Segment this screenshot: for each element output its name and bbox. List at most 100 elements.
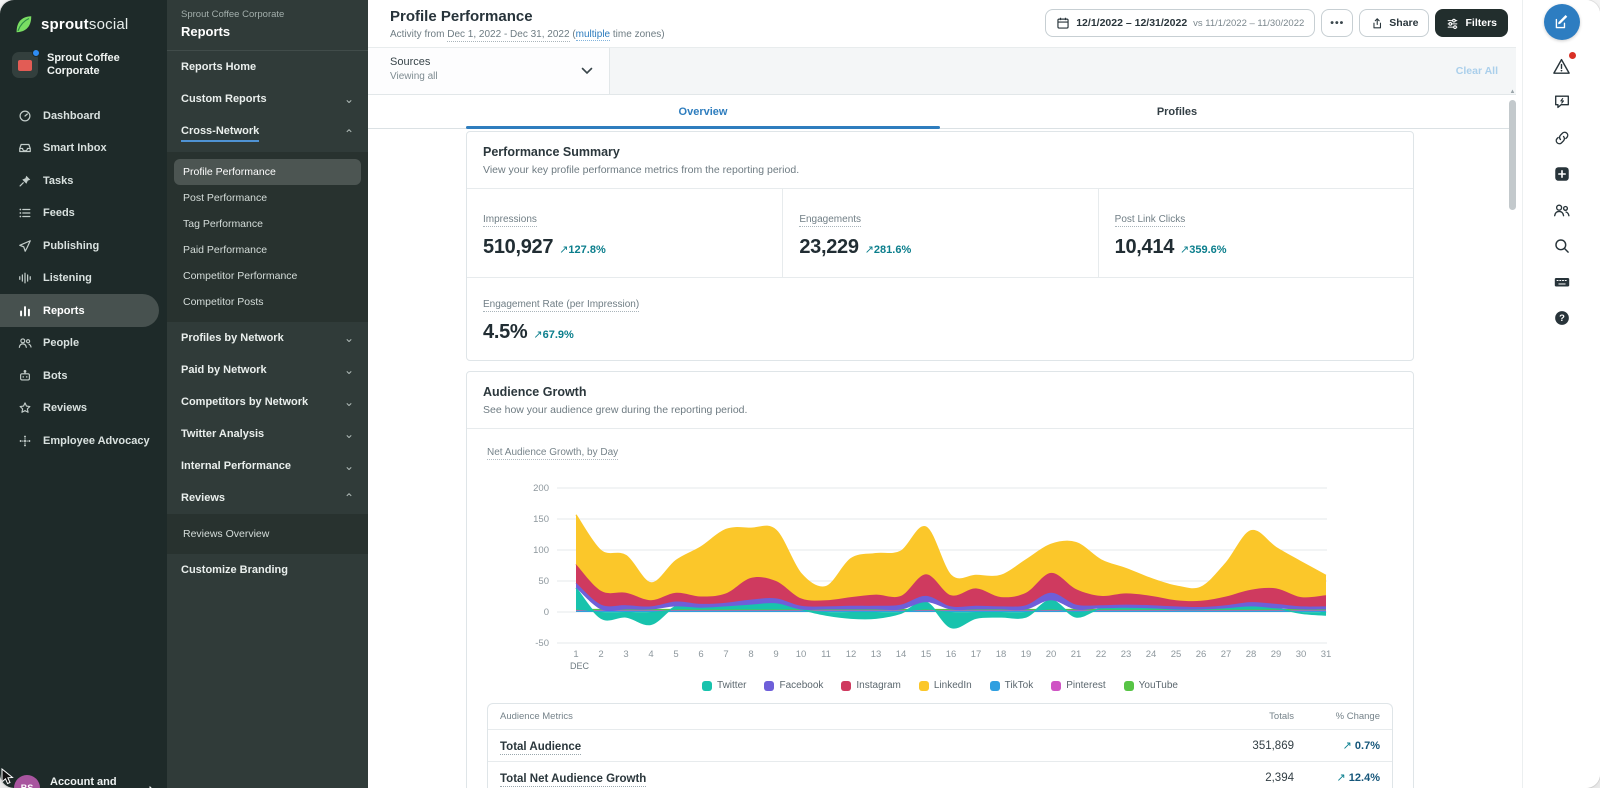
notification-dot — [32, 49, 40, 57]
nav-group-cross-network[interactable]: Cross-Network ⌃ — [167, 115, 368, 152]
primary-sidebar: sproutsocial Sprout Coffee Corporate Das… — [0, 0, 167, 788]
nav-item-dashboard[interactable]: Dashboard — [0, 99, 167, 132]
help-button[interactable]: ? — [1549, 300, 1575, 336]
legend-item-tiktok[interactable]: TikTok — [990, 680, 1034, 691]
share-button[interactable]: Share — [1359, 9, 1429, 37]
shortcuts-button[interactable] — [1549, 264, 1575, 300]
nav-label: Tasks — [43, 175, 73, 187]
nav-item-bots[interactable]: Bots — [0, 359, 167, 392]
link-button[interactable] — [1549, 120, 1575, 156]
search-button[interactable] — [1549, 228, 1575, 264]
nav-group-paid-by-network[interactable]: Paid by Network ⌄ — [167, 354, 368, 386]
legend-label: TikTok — [1005, 680, 1034, 691]
team-button[interactable] — [1549, 192, 1575, 228]
main-content: Profile Performance Activity from Dec 1,… — [368, 0, 1516, 788]
date-range-button[interactable]: 12/1/2022 – 12/31/2022 vs 11/1/2022 – 11… — [1045, 9, 1315, 37]
nav-label: Bots — [43, 370, 67, 382]
nav-group-competitors-by-network[interactable]: Competitors by Network ⌄ — [167, 386, 368, 418]
clear-all-link[interactable]: Clear All — [1456, 65, 1498, 77]
legend-item-twitter[interactable]: Twitter — [702, 680, 746, 691]
account-settings[interactable]: BS Account and settings › — [0, 764, 167, 788]
sources-dropdown[interactable]: Sources Viewing all — [368, 48, 610, 94]
legend-label: Twitter — [717, 680, 746, 691]
svg-text:31: 31 — [1321, 649, 1332, 660]
performance-summary-card: Performance Summary View your key profil… — [466, 131, 1414, 361]
activity-date-range[interactable]: Dec 1, 2022 - Dec 31, 2022 — [447, 29, 569, 42]
tab-overview[interactable]: Overview — [466, 95, 940, 128]
subnav-reviews-overview[interactable]: Reviews Overview — [167, 521, 368, 547]
sprout-logo[interactable]: sproutsocial — [0, 0, 167, 35]
compose-button[interactable] — [1544, 4, 1580, 40]
legend-item-instagram[interactable]: Instagram — [841, 680, 900, 691]
chevron-down-icon: ⌄ — [344, 95, 354, 103]
nav-group-twitter-analysis[interactable]: Twitter Analysis ⌄ — [167, 418, 368, 450]
legend-label: YouTube — [1139, 680, 1178, 691]
svg-text:21: 21 — [1071, 649, 1082, 660]
up-arrow-icon: ↗ — [533, 329, 542, 341]
scrollbar-thumb[interactable] — [1509, 100, 1516, 210]
add-button[interactable] — [1549, 156, 1575, 192]
nav-group-reviews[interactable]: Reviews ⌃ — [167, 482, 368, 514]
table-row-total-net-audience-growth: Total Net Audience Growth 2,394 ↗ 12.4% — [488, 762, 1392, 788]
up-arrow-icon: ↗ — [865, 244, 874, 256]
filters-button[interactable]: Filters — [1435, 9, 1508, 37]
logo-wordmark: sproutsocial — [41, 16, 128, 33]
svg-text:50: 50 — [538, 576, 549, 587]
nav-item-employee-advocacy[interactable]: Employee Advocacy — [0, 424, 167, 457]
change-badge: ↗127.8% — [559, 243, 606, 256]
nav-item-reports[interactable]: Reports — [0, 294, 159, 327]
net-audience-growth-chart[interactable]: 200150100500-501234567891011121314151617… — [487, 468, 1393, 676]
up-arrow-icon: ↗ — [1180, 244, 1189, 256]
subnav-competitor-posts[interactable]: Competitor Posts — [167, 289, 368, 315]
nav-item-tasks[interactable]: Tasks — [0, 164, 167, 197]
tab-profiles[interactable]: Profiles — [940, 95, 1414, 128]
metric-link[interactable]: Total Net Audience Growth — [500, 773, 646, 787]
nav-item-people[interactable]: People — [0, 327, 167, 360]
nav-item-smart-inbox[interactable]: Smart Inbox — [0, 132, 167, 165]
alerts-button[interactable] — [1549, 48, 1575, 84]
nav-item-publishing[interactable]: Publishing — [0, 229, 167, 262]
scroll-up-arrow[interactable]: ▲ — [1508, 89, 1517, 95]
table-row-total-audience: Total Audience 351,869 ↗ 0.7% — [488, 730, 1392, 762]
change-value: ↗ 0.7% — [1294, 739, 1380, 752]
legend-item-pinterest[interactable]: Pinterest — [1051, 680, 1105, 691]
primary-nav: Dashboard Smart Inbox Tasks Feeds Publis… — [0, 99, 167, 457]
nav-group-custom-reports[interactable]: Custom Reports ⌄ — [167, 83, 368, 115]
subnav-tag-performance[interactable]: Tag Performance — [167, 211, 368, 237]
subnav-profile-performance[interactable]: Profile Performance — [174, 159, 361, 185]
legend-item-linkedin[interactable]: LinkedIn — [919, 680, 972, 691]
subnav-paid-performance[interactable]: Paid Performance — [167, 237, 368, 263]
nav-item-listening[interactable]: Listening — [0, 262, 167, 295]
inbox-icon — [18, 141, 32, 155]
legend-item-facebook[interactable]: Facebook — [764, 680, 823, 691]
more-options-button[interactable]: ••• — [1321, 9, 1353, 37]
multiple-timezones-link[interactable]: multiple — [576, 29, 610, 41]
feedback-button[interactable] — [1549, 84, 1575, 120]
nav-group-internal-performance[interactable]: Internal Performance ⌄ — [167, 450, 368, 482]
tabs-bar: Overview Profiles — [368, 95, 1516, 129]
workspace-switcher[interactable]: Sprout Coffee Corporate — [12, 52, 155, 78]
legend-label: Instagram — [856, 680, 900, 691]
nav-group-profiles-by-network[interactable]: Profiles by Network ⌄ — [167, 322, 368, 354]
nav-customize-branding[interactable]: Customize Branding — [167, 554, 368, 586]
svg-text:DEC: DEC — [570, 661, 590, 671]
chart-title[interactable]: Net Audience Growth, by Day — [487, 447, 618, 460]
nav-item-feeds[interactable]: Feeds — [0, 197, 167, 230]
legend-item-youtube[interactable]: YouTube — [1124, 680, 1178, 691]
vertical-scrollbar[interactable]: ▲ — [1508, 90, 1517, 788]
svg-text:100: 100 — [533, 545, 549, 556]
page-title: Profile Performance — [390, 8, 533, 25]
svg-text:22: 22 — [1096, 649, 1107, 660]
col-header-totals: Totals — [1174, 711, 1294, 722]
nav-item-reviews[interactable]: Reviews — [0, 392, 167, 425]
subnav-competitor-performance[interactable]: Competitor Performance — [167, 263, 368, 289]
svg-text:-50: -50 — [535, 638, 549, 649]
legend-swatch — [841, 681, 851, 691]
metric-link[interactable]: Total Audience — [500, 741, 581, 755]
nav-reports-home[interactable]: Reports Home — [167, 51, 368, 83]
reports-sidebar-header: Sprout Coffee Corporate Reports — [167, 0, 368, 51]
subnav-post-performance[interactable]: Post Performance — [167, 185, 368, 211]
right-icon-rail: ? — [1522, 0, 1600, 788]
legend-swatch — [764, 681, 774, 691]
chevron-down-icon: ⌄ — [344, 430, 354, 438]
